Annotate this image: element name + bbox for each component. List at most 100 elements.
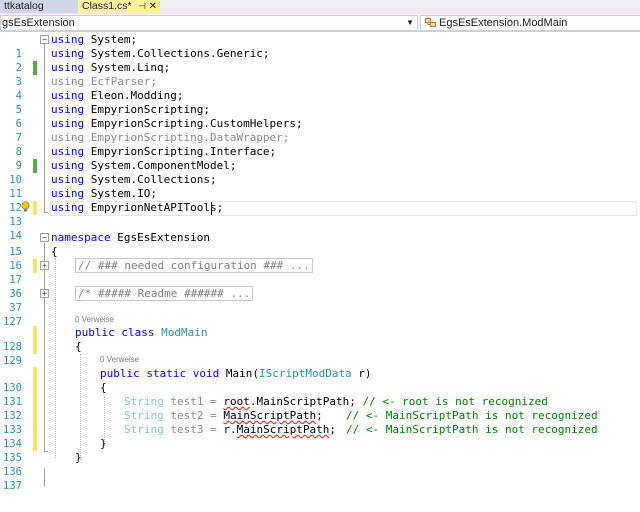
expand-icon[interactable]: + <box>40 289 49 298</box>
code-line: 1 − using System; <box>0 32 640 60</box>
tab-label: Class1.cs* <box>82 0 132 12</box>
variable: test2 = <box>163 409 224 422</box>
change-marker <box>33 340 37 354</box>
close-icon[interactable]: ✕ <box>149 0 157 13</box>
change-marker <box>33 201 37 215</box>
code-line: 37 + /* ##### Readme ###### ... <box>0 286 640 314</box>
project-dropdown-value: gsEsExtension <box>2 17 75 29</box>
collapsed-region[interactable]: /* ##### Readme ###### ... <box>75 286 254 301</box>
change-marker <box>33 423 37 437</box>
param-type: IScriptModData <box>258 367 352 380</box>
change-marker <box>33 259 37 273</box>
codelens-references[interactable]: 0 Verweise <box>100 355 139 364</box>
brace: { <box>51 245 58 258</box>
code-line: 135 } <box>0 436 640 464</box>
code-line: 15 − namespace EgsEsExtension <box>0 230 640 258</box>
error-expression: root <box>223 395 250 408</box>
namespace-text: EcfParser; <box>84 75 157 88</box>
type-name: String <box>124 395 164 408</box>
change-marker <box>33 381 37 395</box>
code-line: 133 String test2 = MainScriptPath; // <-… <box>0 408 640 436</box>
keyword: using <box>51 159 85 172</box>
code-line: 132 String test1 = root.MainScriptPath; … <box>0 394 640 422</box>
code-line: 128 public class ModMain <box>0 325 640 353</box>
tab-ttkatalog[interactable]: ttkatalog <box>0 0 82 13</box>
type-name: String <box>124 423 164 436</box>
keyword: using <box>51 47 85 60</box>
keyword: using <box>51 89 85 102</box>
navigation-bar: gsEsExtension ▼ EgsEsExtension.ModMain <box>0 14 640 32</box>
class-name: ModMain <box>161 326 208 339</box>
pin-icon[interactable]: ⊣ <box>138 0 146 13</box>
brace: { <box>75 340 82 353</box>
code-line: 17 + // ### needed configuration ### ... <box>0 258 640 286</box>
semicolon: ; <box>316 409 323 422</box>
code-editor[interactable]: 1 − using System; 2 using System.Collect… <box>0 32 640 492</box>
code-line: 5 using Eleon.Modding; <box>0 88 640 116</box>
code-line: 6 using EmpyrionScripting; <box>0 102 640 130</box>
keyword: using <box>51 145 85 158</box>
namespace-text: System.Linq; <box>84 61 171 74</box>
keyword: using <box>51 33 85 46</box>
param-name: r) <box>351 367 372 380</box>
keyword: using <box>51 201 85 214</box>
comment: // <- MainScriptPath is not recognized <box>346 423 598 436</box>
change-marker <box>33 326 37 340</box>
lightbulb-icon[interactable] <box>20 201 31 213</box>
change-marker <box>33 409 37 423</box>
collapsed-region[interactable]: // ### needed configuration ### ... <box>75 258 313 273</box>
code-line: 129 { <box>0 339 640 367</box>
keyword: using <box>51 173 85 186</box>
document-tab-strip: ttkatalog Class1.cs* ⊣ ✕ <box>0 0 640 13</box>
keyword: using <box>51 187 85 200</box>
change-marker <box>33 367 37 381</box>
collapse-icon[interactable]: − <box>40 233 49 242</box>
namespace-text: EmpyrionScripting.CustomHelpers; <box>84 117 303 130</box>
code-line: 3 using System.Linq; <box>0 60 640 88</box>
namespace-text: System.Collections; <box>84 173 217 186</box>
code-line: 131 { <box>0 380 640 408</box>
code-line: 130 public static void Main(IScriptModDa… <box>0 366 640 394</box>
keyword: namespace <box>51 231 111 244</box>
code-line: 136 } <box>0 450 640 478</box>
error-expression: MainScriptPath <box>223 409 317 422</box>
namespace-text: EmpyrionScripting; <box>84 103 210 116</box>
tab-class1[interactable]: Class1.cs* ⊣ ✕ <box>78 0 160 13</box>
code-line: 36 <box>0 272 640 300</box>
namespace-text: EmpyrionScripting.DataWrapper; <box>84 131 290 144</box>
code-line: 137 <box>0 464 640 492</box>
variable: test3 = <box>163 423 224 436</box>
code-line: 2 using System.Collections.Generic; <box>0 46 640 74</box>
namespace-text: Eleon.Modding; <box>84 89 184 102</box>
keyword: using <box>51 117 85 130</box>
code-line: 134 String test3 = r.MainScriptPath; // … <box>0 422 640 450</box>
chevron-down-icon[interactable]: ▼ <box>406 16 414 30</box>
keyword: public class <box>75 326 155 339</box>
code-line: 12 using System.IO; <box>0 186 640 214</box>
change-marker <box>33 61 37 75</box>
project-dropdown[interactable]: gsEsExtension ▼ <box>0 15 418 31</box>
code-line: 4 using EcfParser; <box>0 74 640 102</box>
keyword: using <box>51 131 85 144</box>
codelens-references[interactable]: 0 Verweise <box>75 315 114 324</box>
namespace-text: System.IO; <box>84 187 157 200</box>
type-name: String <box>124 409 164 422</box>
tab-label: ttkatalog <box>4 0 44 12</box>
namespace-text: System.ComponentModel; <box>84 159 237 172</box>
keyword: public static void <box>100 367 220 380</box>
code-line: 7 using EmpyrionScripting.CustomHelpers; <box>0 116 640 144</box>
keyword: using <box>51 75 85 88</box>
expression: r. <box>223 423 237 436</box>
method-name: Main( <box>219 367 259 380</box>
brace: } <box>75 451 82 464</box>
collapse-icon[interactable]: − <box>40 35 49 44</box>
type-dropdown[interactable]: EgsEsExtension.ModMain <box>420 15 640 31</box>
expand-icon[interactable]: + <box>40 261 49 270</box>
comment: // <- MainScriptPath is not recognized <box>346 409 598 422</box>
code-line: 13 using EmpyrionNetAPITools; <box>0 200 640 228</box>
brace: } <box>100 437 107 450</box>
change-marker <box>33 437 37 451</box>
keyword: using <box>51 103 85 116</box>
keyword: using <box>51 61 85 74</box>
namespace-name: EgsEsExtension <box>110 231 210 244</box>
